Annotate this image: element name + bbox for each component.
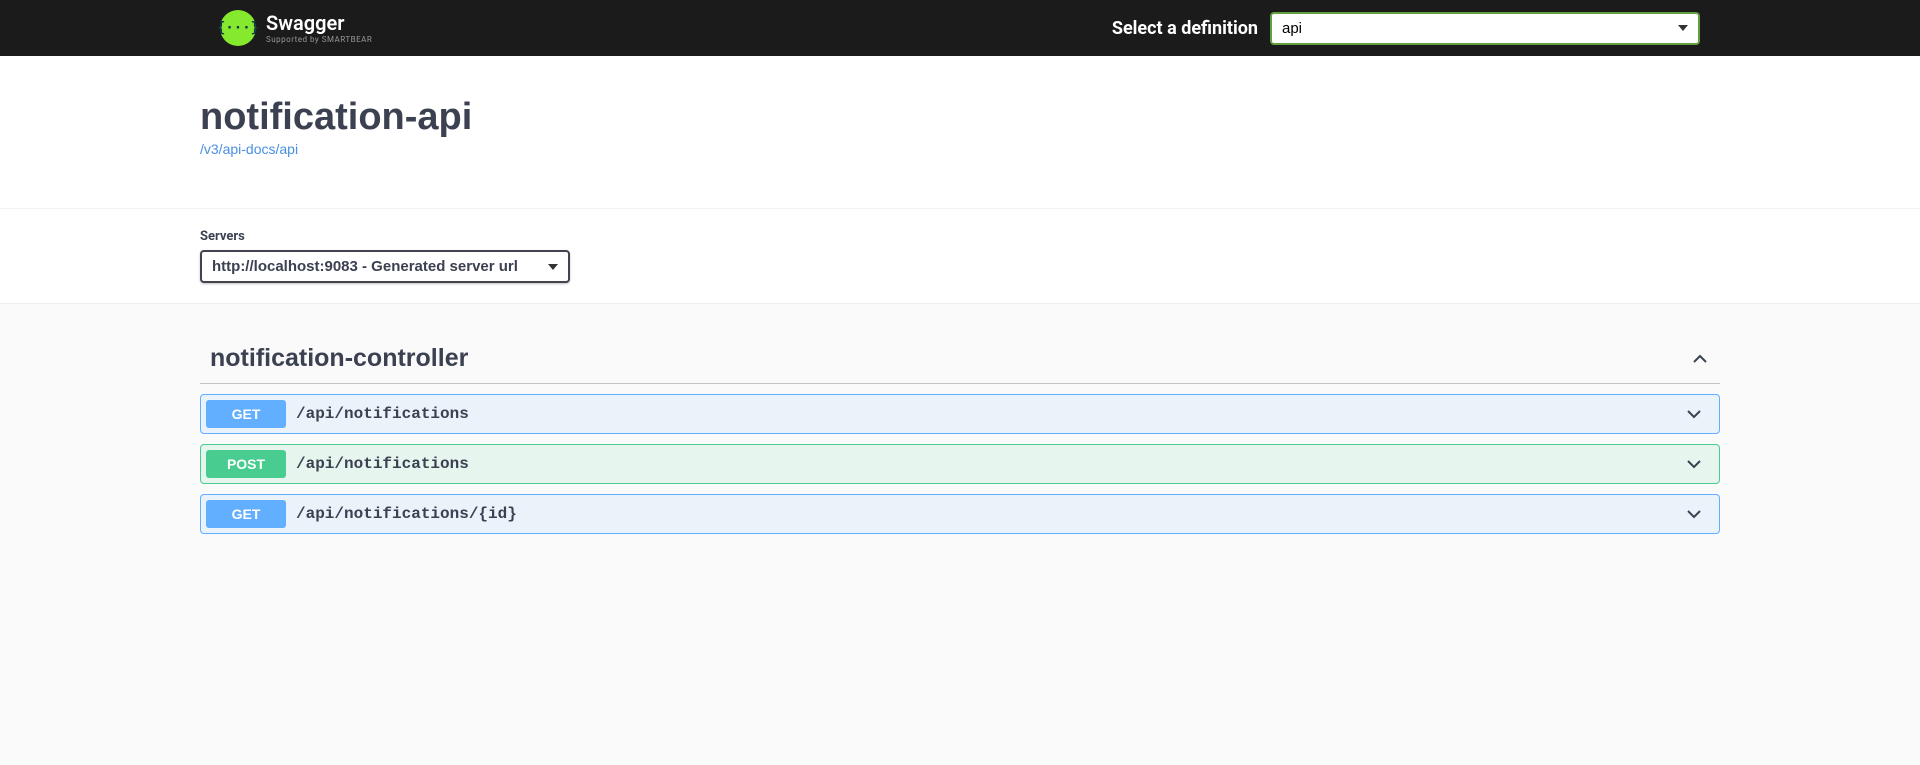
method-badge: POST bbox=[206, 450, 286, 478]
operation-path: /api/notifications/{id} bbox=[296, 505, 1684, 523]
operation-get-notification-by-id[interactable]: GET /api/notifications/{id} bbox=[200, 494, 1720, 534]
logo-subtitle: Supported by SMARTBEAR bbox=[266, 35, 372, 44]
api-title: notification-api bbox=[200, 96, 1720, 139]
definition-label: Select a definition bbox=[1112, 18, 1258, 39]
swagger-logo[interactable]: {···} Swagger Supported by SMARTBEAR bbox=[220, 10, 372, 46]
definition-select[interactable]: api bbox=[1270, 12, 1700, 45]
tag-name: notification-controller bbox=[210, 344, 468, 373]
servers-section: Servers http://localhost:9083 - Generate… bbox=[0, 208, 1920, 304]
operation-post-notifications[interactable]: POST /api/notifications bbox=[200, 444, 1720, 484]
info-section: notification-api /v3/api-docs/api bbox=[0, 56, 1920, 208]
method-badge: GET bbox=[206, 400, 286, 428]
server-select[interactable]: http://localhost:9083 - Generated server… bbox=[200, 250, 570, 283]
operation-get-notifications[interactable]: GET /api/notifications bbox=[200, 394, 1720, 434]
servers-label: Servers bbox=[200, 229, 1720, 244]
chevron-up-icon bbox=[1690, 349, 1710, 369]
swagger-logo-icon: {···} bbox=[220, 10, 256, 46]
operations-section: notification-controller GET /api/notific… bbox=[180, 304, 1740, 574]
chevron-down-icon bbox=[1684, 404, 1704, 424]
operation-path: /api/notifications bbox=[296, 405, 1684, 423]
method-badge: GET bbox=[206, 500, 286, 528]
operation-path: /api/notifications bbox=[296, 455, 1684, 473]
tag-header[interactable]: notification-controller bbox=[200, 334, 1720, 384]
chevron-down-icon bbox=[1684, 504, 1704, 524]
operations-list: GET /api/notifications POST /api/notific… bbox=[200, 394, 1720, 534]
api-docs-link[interactable]: /v3/api-docs/api bbox=[200, 141, 298, 157]
chevron-down-icon bbox=[1684, 454, 1704, 474]
topbar: {···} Swagger Supported by SMARTBEAR Sel… bbox=[0, 0, 1920, 56]
logo-title: Swagger bbox=[266, 13, 372, 33]
